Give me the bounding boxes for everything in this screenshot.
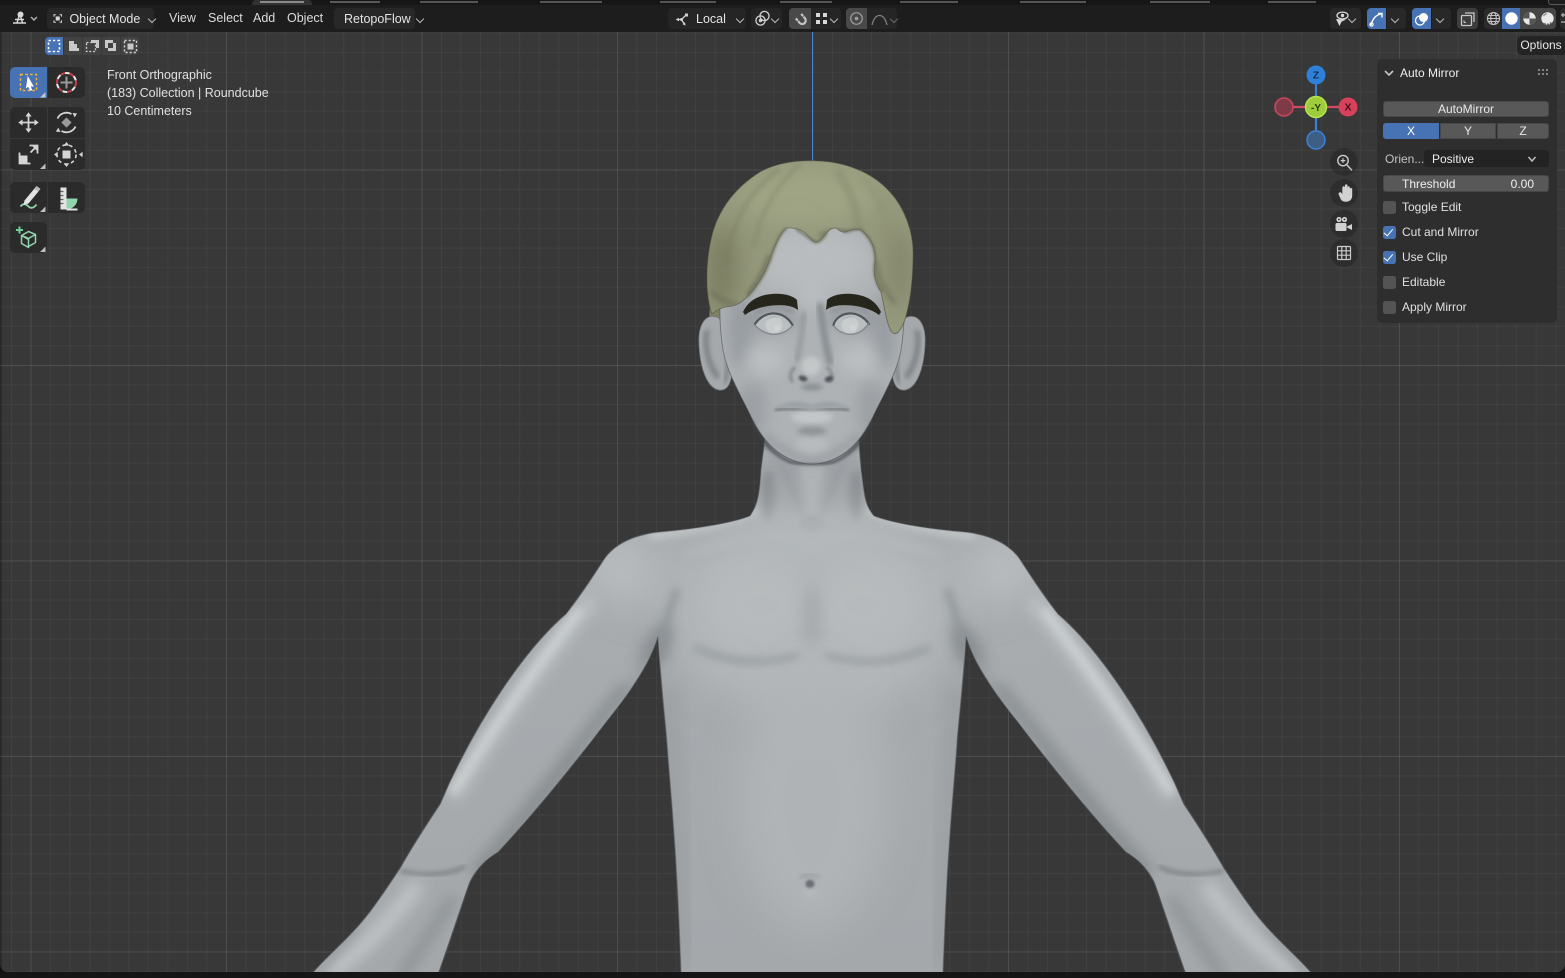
- svg-text:Z: Z: [1313, 70, 1320, 82]
- svg-text:X: X: [1344, 102, 1351, 114]
- svg-text:-Y: -Y: [1311, 103, 1321, 114]
